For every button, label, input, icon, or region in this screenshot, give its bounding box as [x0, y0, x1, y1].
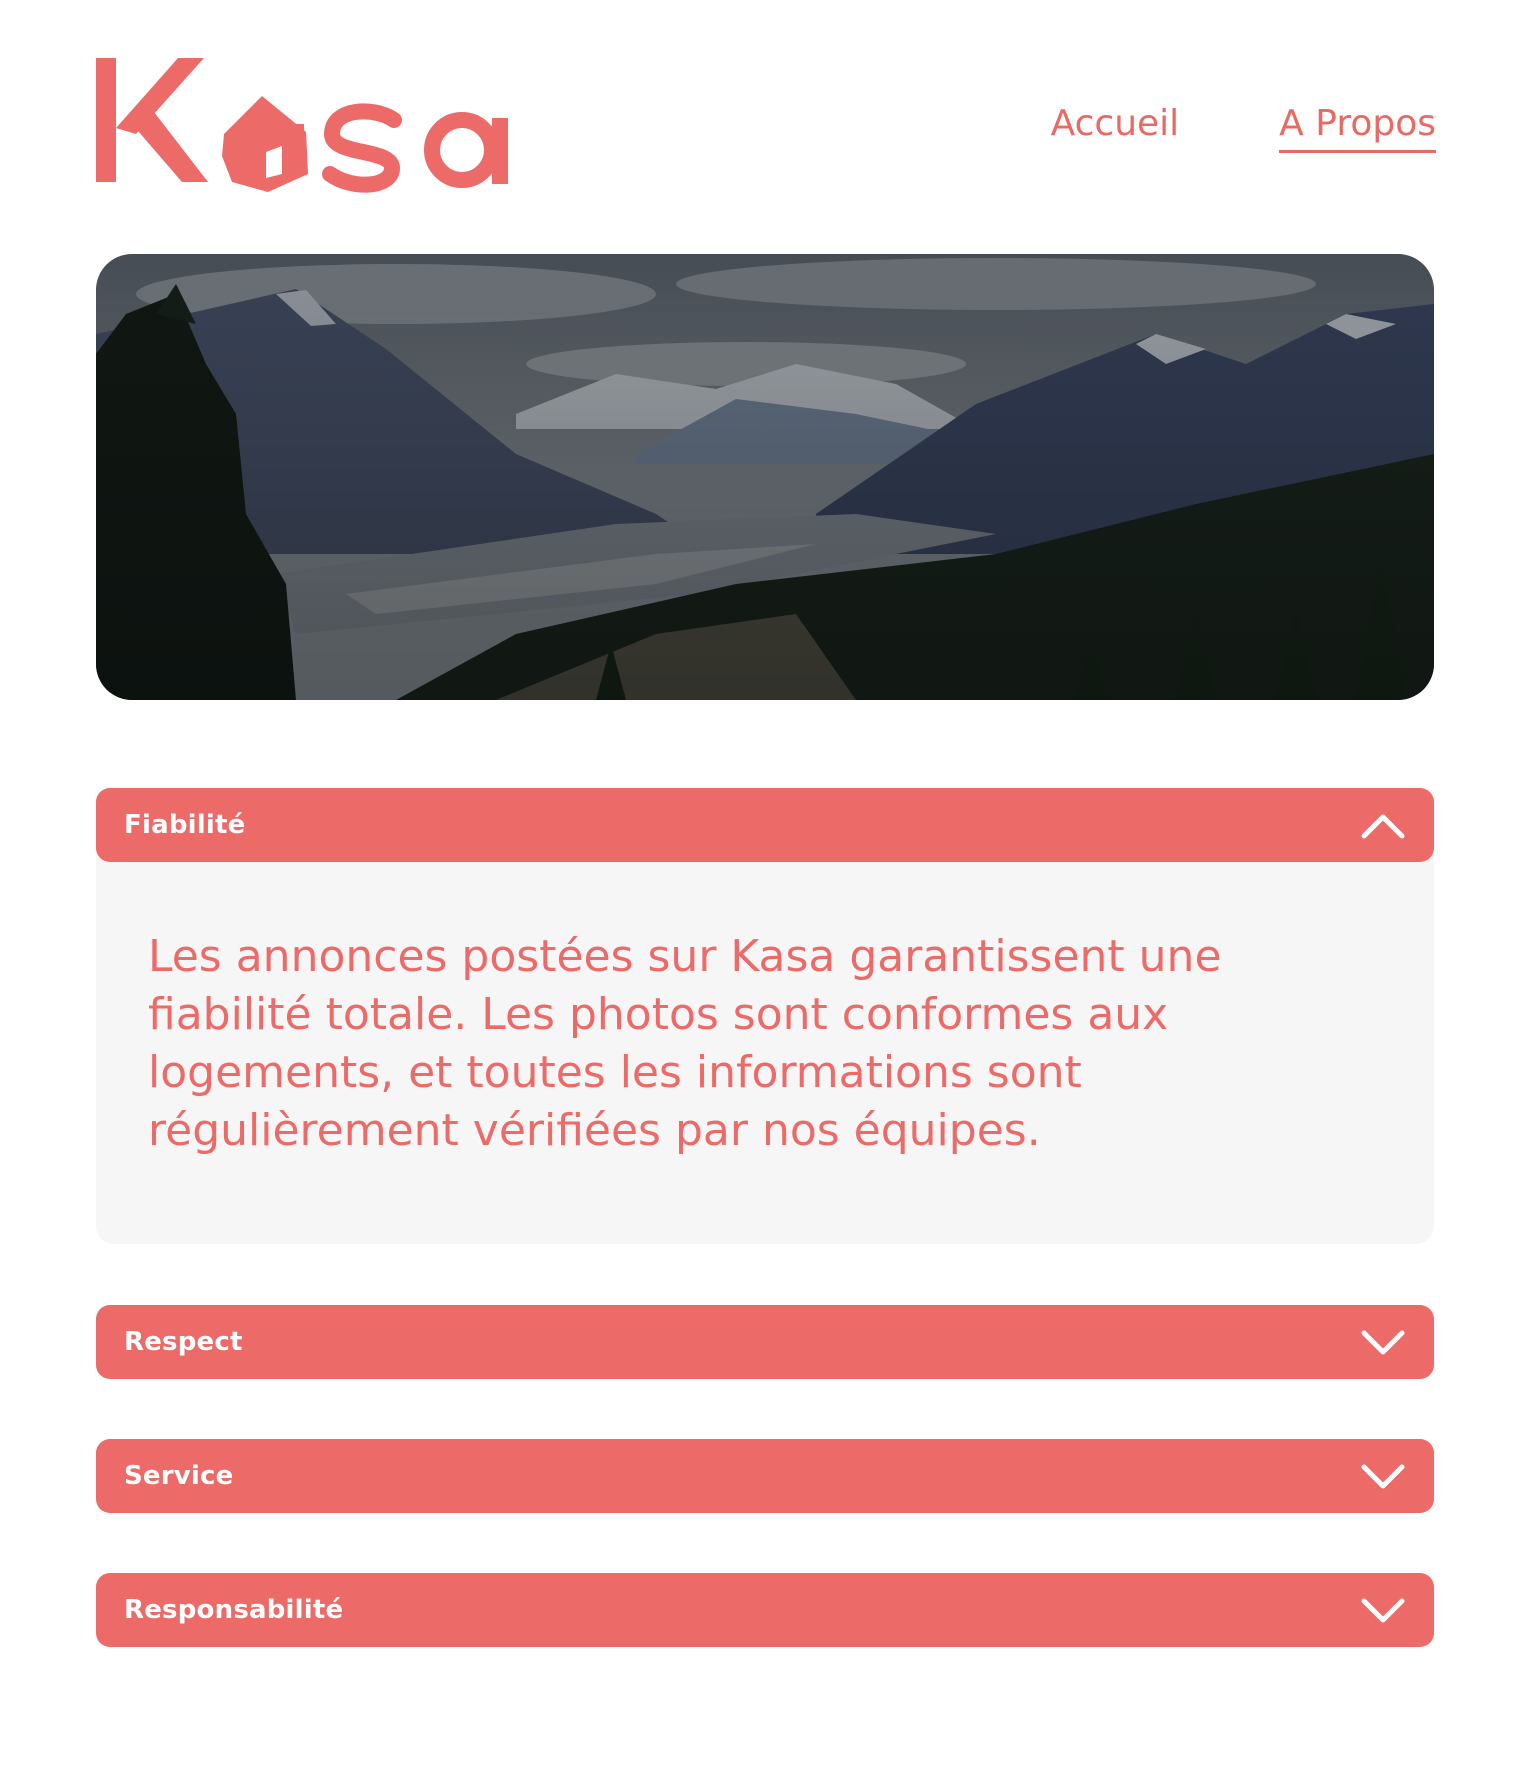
- mountain-landscape-image: [96, 254, 1434, 700]
- accordion-title: Responsabilité: [124, 1595, 344, 1625]
- chevron-down-icon[interactable]: [1360, 1461, 1406, 1491]
- accordion-body-text: Les annonces postées sur Kasa garantisse…: [148, 931, 1222, 1156]
- accordion-header-responsabilite[interactable]: Responsabilité: [96, 1573, 1434, 1647]
- site-header: Accueil A Propos: [0, 0, 1532, 230]
- banner-image: [96, 254, 1434, 700]
- accordion-title: Fiabilité: [124, 810, 246, 840]
- accordion-responsabilite: Responsabilité: [96, 1573, 1434, 1647]
- kasa-logo-icon: [96, 58, 508, 193]
- accordion-respect: Respect: [96, 1305, 1434, 1379]
- accordion-body-fiabilite: Les annonces postées sur Kasa garantisse…: [96, 848, 1434, 1244]
- main-nav: Accueil A Propos: [1051, 100, 1436, 153]
- chevron-down-icon[interactable]: [1360, 1595, 1406, 1625]
- nav-link-accueil[interactable]: Accueil: [1051, 100, 1180, 153]
- accordion-header-service[interactable]: Service: [96, 1439, 1434, 1513]
- chevron-down-icon[interactable]: [1360, 1327, 1406, 1357]
- chevron-up-icon[interactable]: [1360, 810, 1406, 840]
- accordion-fiabilite: Fiabilité Les annonces postées sur Kasa …: [96, 788, 1434, 1244]
- nav-link-a-propos[interactable]: A Propos: [1279, 100, 1436, 153]
- accordion-title: Respect: [124, 1327, 243, 1357]
- accordion-header-fiabilite[interactable]: Fiabilité: [96, 788, 1434, 862]
- accordion-service: Service: [96, 1439, 1434, 1513]
- accordion-title: Service: [124, 1461, 234, 1491]
- kasa-logo[interactable]: [96, 56, 526, 196]
- accordion-header-respect[interactable]: Respect: [96, 1305, 1434, 1379]
